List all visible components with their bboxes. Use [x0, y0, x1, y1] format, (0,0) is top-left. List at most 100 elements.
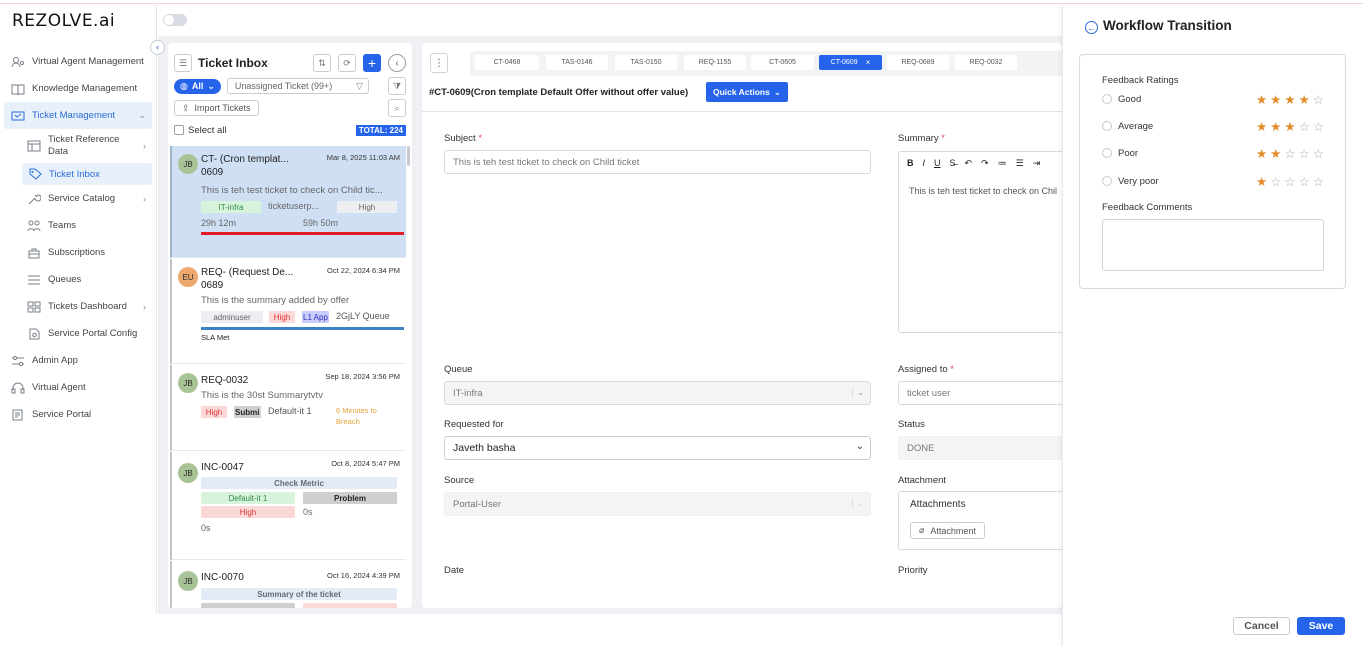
tab-req-0689[interactable]: REQ-0689 [887, 55, 949, 70]
attachment-label: Attachment [898, 475, 947, 486]
ticket-card[interactable]: JB CT- (Cron templat... 0609 Mar 8, 2025 … [170, 146, 406, 258]
tab-tas-0146[interactable]: TAS-0146 [546, 55, 608, 70]
tab-req-1155[interactable]: REQ-1155 [684, 55, 746, 70]
sidebar-item-service-portal-config[interactable]: Service Portal Config [4, 320, 152, 347]
close-icon[interactable]: × [866, 58, 871, 67]
sidebar-item-label: Service Portal Config [48, 328, 138, 339]
back-arrow-icon[interactable]: ← [1085, 21, 1098, 34]
indent-icon[interactable]: ⇥ [1033, 158, 1041, 169]
search-icon[interactable]: ⌕ [388, 99, 406, 117]
select-all-checkbox[interactable] [174, 125, 184, 135]
status-field: DONE [898, 436, 1062, 460]
sidebar-item-ticket-reference-data[interactable]: Ticket Reference Data › [4, 129, 152, 163]
wrench-icon [26, 192, 42, 206]
assigned-to-input[interactable]: ticket user [898, 381, 1062, 405]
queue-tag: Default-it 1 [201, 492, 295, 504]
feedback-comments-textarea[interactable] [1102, 219, 1324, 271]
tab-tas-0150[interactable]: TAS-0150 [615, 55, 677, 70]
chevron-down-icon: ⌄ [852, 499, 864, 508]
unassigned-filter-label: Unassigned Ticket (99+) [234, 81, 333, 91]
source-select: Portal-User ⌄ [444, 492, 871, 516]
sidebar-item-knowledge-management[interactable]: Knowledge Management [4, 75, 152, 102]
ticket-date: Sep 18, 2024 3:56 PM [325, 372, 400, 381]
ticket-date: Mar 8, 2025 11:03 AM [326, 153, 400, 162]
ticket-card[interactable]: JB INC-0047 Oct 8, 2024 5:47 PM Check Me… [170, 452, 406, 560]
rating-label: Very poor [1118, 175, 1159, 187]
requested-for-label: Requested for [444, 419, 504, 430]
sidebar-item-queues[interactable]: Queues [4, 266, 152, 293]
bullet-list-icon[interactable]: ☰ [1016, 158, 1024, 169]
sidebar-collapse-button[interactable]: ‹ [150, 40, 165, 55]
rating-radio[interactable] [1102, 94, 1112, 104]
undo-icon[interactable]: ↶ [965, 158, 973, 169]
top-border [0, 0, 1363, 4]
sidebar-item-virtual-agent-management[interactable]: Virtual Agent Management [4, 48, 152, 75]
unassigned-filter[interactable]: Unassigned Ticket (99+) ▽ [226, 78, 369, 94]
assigned-label-text: Assigned to [898, 364, 948, 375]
sidebar-item-label: Tickets Dashboard [48, 301, 127, 312]
sidebar-item-tickets-dashboard[interactable]: Tickets Dashboard › [4, 293, 152, 320]
tab-ct-0609[interactable]: CT-0609 × [819, 55, 882, 70]
metric-tag: Summary of the ticket [201, 588, 397, 600]
import-row: ⇪ Import Tickets ⌕ [174, 99, 406, 117]
ordered-list-icon[interactable]: ≔ [998, 158, 1007, 169]
ticket-id-line: REQ- (Request De... [201, 267, 294, 278]
collapse-inbox-button[interactable]: ‹ [388, 54, 406, 72]
rating-option-poor[interactable]: Poor ★★☆☆☆ [1102, 146, 1327, 161]
underline-icon[interactable]: U [934, 158, 941, 168]
import-tickets-button[interactable]: ⇪ Import Tickets [174, 100, 259, 116]
tab-ct-0605[interactable]: CT-0605 [751, 55, 814, 70]
requested-for-select[interactable]: Javeth basha ⌄ [444, 436, 871, 460]
strikethrough-icon[interactable]: S̶ [950, 158, 956, 168]
app-logo: REZOLVE.ai [12, 11, 116, 31]
rating-option-very-poor[interactable]: Very poor ★☆☆☆☆ [1102, 174, 1327, 189]
sidebar-item-ticket-management[interactable]: Ticket Management ⌄ [4, 102, 152, 129]
italic-icon[interactable]: I [923, 158, 926, 168]
ticket-title: #CT-0609(Cron template Default Offer wit… [429, 87, 689, 98]
dashboard-icon [26, 300, 42, 314]
tag-icon [27, 167, 43, 181]
add-ticket-button[interactable]: + [363, 54, 381, 72]
rating-option-average[interactable]: Average ★★★☆☆ [1102, 119, 1327, 134]
cancel-button[interactable]: Cancel [1233, 617, 1290, 635]
more-options-icon[interactable]: ⋮ [430, 53, 448, 73]
sidebar-item-admin-app[interactable]: Admin App [4, 347, 152, 374]
advanced-filter-icon[interactable]: ⧩ [388, 77, 406, 95]
rating-radio[interactable] [1102, 121, 1112, 131]
rating-radio[interactable] [1102, 176, 1112, 186]
queue-tag: IT-infra [201, 201, 261, 213]
sidebar-item-ticket-inbox[interactable]: Ticket Inbox [22, 163, 152, 185]
ticket-card[interactable]: JB INC-0070 Oct 16, 2024 4:39 PM Summary… [170, 561, 406, 608]
subject-input[interactable]: This is teh test ticket to check on Chil… [444, 150, 871, 174]
sidebar: REZOLVE.ai Virtual Agent Management Know… [0, 5, 157, 613]
rating-radio[interactable] [1102, 148, 1112, 158]
sidebar-item-service-catalog[interactable]: Service Catalog › [4, 185, 152, 212]
quick-actions-button[interactable]: Quick Actions ⌄ [706, 82, 788, 102]
summary-editor[interactable]: B I U S̶ ↶ ↷ ≔ ☰ ⇥ This is teh test tick… [898, 151, 1062, 333]
metric-tag: Check Metric [201, 477, 397, 489]
ticket-card[interactable]: JB REQ-0032 Sep 18, 2024 3:56 PM This is… [170, 365, 406, 451]
theme-toggle[interactable] [163, 14, 187, 26]
sidebar-item-teams[interactable]: Teams [4, 212, 152, 239]
save-button[interactable]: Save [1297, 617, 1345, 635]
queue-select[interactable]: IT-infra ⌄ [444, 381, 871, 405]
ticket-card[interactable]: EU REQ- (Request De... 0689 Oct 22, 2024 … [170, 259, 406, 364]
rating-option-good[interactable]: Good ★★★★☆ [1102, 92, 1327, 107]
tab-ct-0468[interactable]: CT-0468 [475, 55, 539, 70]
users-gear-icon [10, 55, 26, 69]
tab-req-0032[interactable]: REQ-0032 [955, 55, 1017, 70]
attachment-button[interactable]: ⌀ Attachment [910, 522, 985, 539]
sidebar-item-service-portal[interactable]: Service Portal [4, 401, 152, 428]
attachment-box: Attachments ⌀ Attachment [898, 491, 1062, 550]
rating-label: Good [1118, 93, 1142, 105]
inbox-scrollbar[interactable] [407, 146, 410, 166]
star-rating-icon: ★☆☆☆☆ [1255, 175, 1327, 189]
sort-icon[interactable]: ⇅ [313, 54, 331, 72]
inbox-list-icon[interactable]: ☰ [174, 54, 192, 72]
redo-icon[interactable]: ↷ [981, 158, 989, 169]
all-filter-dropdown[interactable]: ◍ All ⌄ [174, 78, 221, 94]
sidebar-item-subscriptions[interactable]: Subscriptions [4, 239, 152, 266]
sidebar-item-virtual-agent[interactable]: Virtual Agent [4, 374, 152, 401]
refresh-icon[interactable]: ⟳ [338, 54, 356, 72]
bold-icon[interactable]: B [907, 158, 914, 168]
